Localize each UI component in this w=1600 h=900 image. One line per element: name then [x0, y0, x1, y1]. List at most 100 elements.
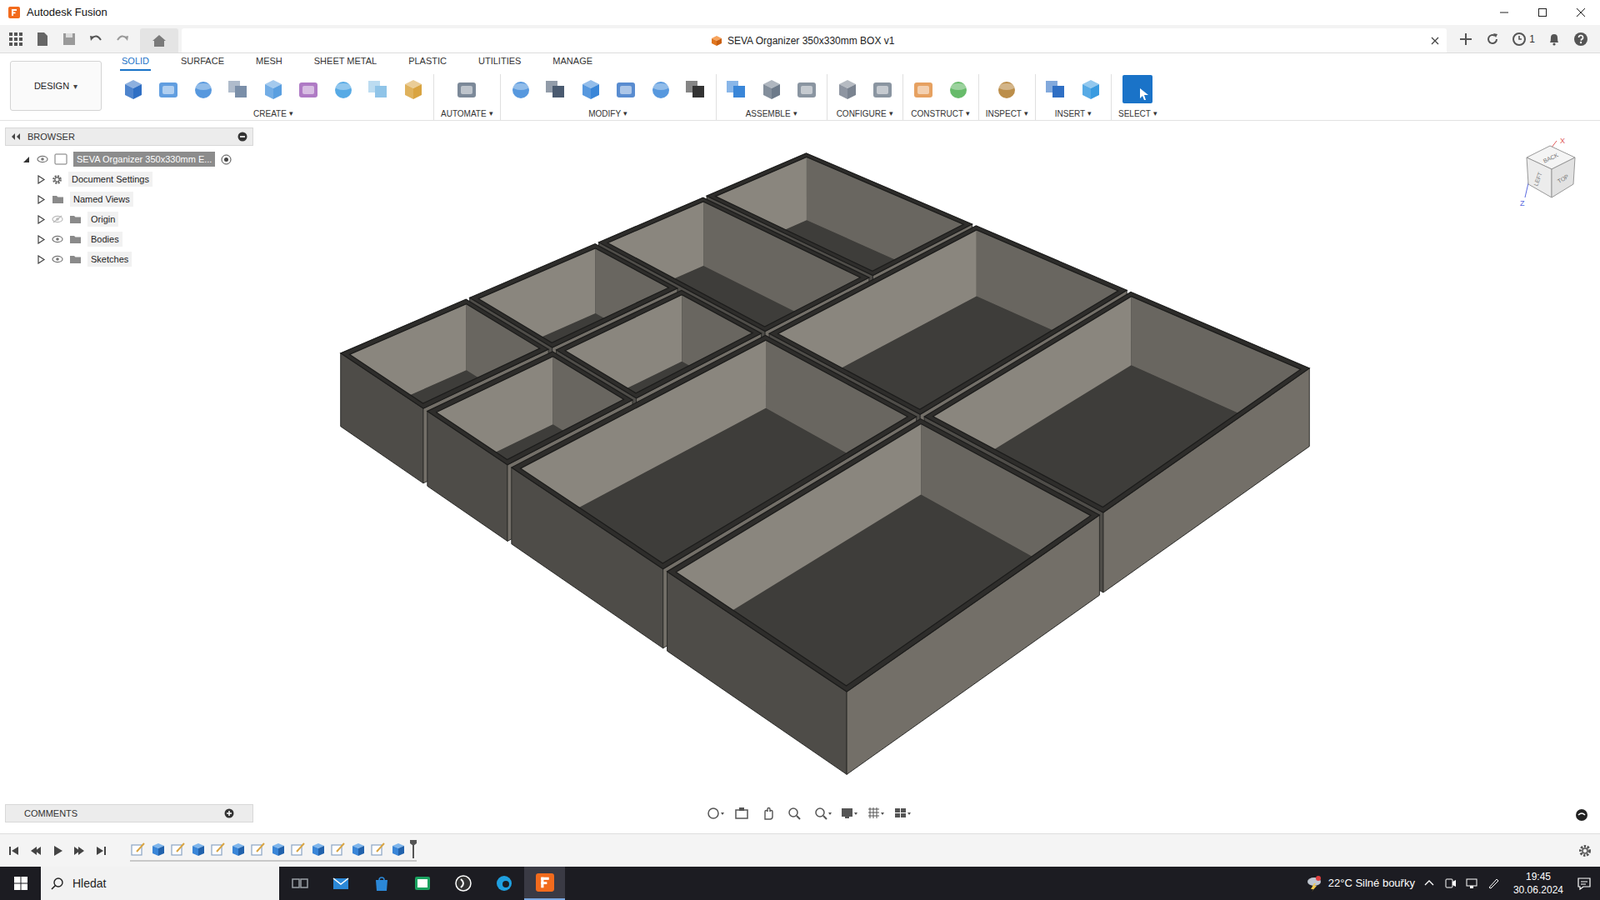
toolbar-group-label[interactable]: INSERT▾ — [1055, 107, 1093, 120]
show-hidden-icons-icon[interactable] — [1423, 877, 1435, 890]
extrude-feature-icon[interactable] — [150, 841, 166, 857]
canvas[interactable]: BROWSERSEVA Organizer 350x330mm E...Docu… — [0, 120, 1600, 834]
redo-icon[interactable] — [115, 31, 130, 47]
tool-icon[interactable] — [365, 75, 392, 103]
tool-icon[interactable] — [723, 75, 750, 103]
extrude-feature-icon[interactable] — [230, 841, 246, 857]
viewports-icon[interactable] — [893, 805, 912, 821]
browser-item[interactable]: Document Settings — [5, 169, 254, 190]
browser-item[interactable]: Sketches — [5, 249, 254, 270]
tool-icon[interactable] — [577, 75, 605, 103]
tool-icon[interactable] — [869, 75, 896, 103]
browser-item[interactable]: Bodies — [5, 229, 254, 250]
expand-icon[interactable] — [36, 195, 46, 205]
timeline-marker-icon[interactable] — [410, 840, 417, 859]
start-button[interactable] — [0, 866, 41, 900]
tool-icon[interactable] — [612, 75, 640, 103]
sketch-feature-icon[interactable] — [170, 841, 186, 857]
timeline-settings-icon[interactable] — [1578, 844, 1592, 858]
select-tool[interactable] — [1122, 75, 1153, 104]
home-tab[interactable] — [140, 28, 179, 53]
display-settings-icon[interactable] — [840, 805, 859, 821]
toolbar-group-label[interactable]: CREATE▾ — [253, 107, 294, 120]
taskbar-app[interactable] — [483, 866, 525, 900]
toolbar-tab[interactable]: SURFACE — [179, 54, 226, 72]
sketch-feature-icon[interactable] — [250, 841, 266, 857]
tool-icon[interactable] — [758, 75, 785, 103]
pan-icon[interactable] — [760, 805, 779, 821]
taskbar-app[interactable] — [442, 866, 484, 900]
expand-icon[interactable] — [36, 255, 46, 265]
grid-icon[interactable] — [866, 805, 885, 821]
tool-icon[interactable] — [330, 75, 357, 103]
previous-icon[interactable] — [30, 845, 42, 857]
eye-icon[interactable] — [51, 255, 64, 264]
tool-icon[interactable] — [793, 75, 820, 103]
eye-icon[interactable] — [36, 155, 49, 164]
taskbar-app[interactable] — [401, 866, 443, 900]
fit-icon[interactable] — [813, 805, 832, 821]
toolbar-group-label[interactable]: CONFIGURE▾ — [836, 107, 894, 120]
next-icon[interactable] — [73, 845, 85, 857]
weather-widget[interactable]: 22°C Silné bouřky — [1305, 875, 1415, 892]
pen-icon[interactable] — [1486, 876, 1500, 890]
browser-root[interactable]: SEVA Organizer 350x330mm E... — [5, 149, 254, 170]
extrude-feature-icon[interactable] — [270, 841, 286, 857]
app-grid-icon[interactable] — [8, 31, 24, 47]
clock-icon[interactable] — [1511, 31, 1527, 47]
tool-icon[interactable] — [682, 75, 710, 103]
meet-icon[interactable] — [1443, 876, 1457, 890]
undo-icon[interactable] — [88, 31, 104, 47]
last-icon[interactable] — [95, 845, 107, 857]
tool-icon[interactable] — [993, 75, 1020, 103]
collapse-icon[interactable] — [21, 155, 31, 165]
minimize-panel-icon[interactable] — [237, 131, 248, 142]
new-tab-icon[interactable] — [1458, 31, 1474, 47]
expand-icon[interactable] — [36, 175, 46, 185]
toolbar-tab[interactable]: MESH — [254, 54, 285, 72]
feedback-icon[interactable] — [1575, 808, 1589, 822]
workspace-switcher[interactable]: DESIGN▾ — [10, 60, 102, 111]
sketch-feature-icon[interactable] — [370, 841, 386, 857]
job-status[interactable]: 1 — [1511, 31, 1535, 47]
clock[interactable]: 19:4530.06.2024 — [1508, 870, 1569, 897]
activate-icon[interactable] — [220, 154, 232, 165]
tool-icon[interactable] — [647, 75, 675, 103]
tool-icon[interactable] — [260, 75, 287, 103]
sketch-feature-icon[interactable] — [330, 841, 346, 857]
tool-icon[interactable] — [910, 75, 937, 103]
file-menu-icon[interactable] — [35, 31, 50, 47]
sketch-feature-icon[interactable] — [290, 841, 306, 857]
save-icon[interactable] — [61, 31, 77, 47]
expand-icon[interactable] — [36, 215, 46, 225]
browser-item[interactable]: Named Views — [5, 189, 254, 210]
refresh-icon[interactable] — [1485, 31, 1500, 47]
toolbar-group-label[interactable]: ASSEMBLE▾ — [745, 107, 798, 120]
taskbar-app[interactable] — [320, 866, 361, 900]
notification-center-icon[interactable] — [1576, 875, 1592, 891]
network-icon[interactable] — [1465, 876, 1479, 890]
tool-icon[interactable] — [400, 75, 427, 103]
view-cube[interactable]: BACKLEFTTOPXZ — [1518, 135, 1582, 210]
toolbar-group-label[interactable]: CONSTRUCT▾ — [910, 107, 970, 120]
tool-icon[interactable] — [507, 75, 535, 103]
toolbar-tab[interactable]: SHEET METAL — [312, 54, 379, 72]
tool-icon[interactable] — [120, 75, 147, 103]
tool-icon[interactable] — [225, 75, 252, 103]
close-button[interactable] — [1561, 0, 1600, 25]
tool-icon[interactable] — [945, 75, 972, 103]
tool-icon[interactable] — [155, 75, 182, 103]
toolbar-tab[interactable]: MANAGE — [550, 54, 595, 72]
tool-icon[interactable] — [542, 75, 570, 103]
taskbar-app[interactable] — [279, 866, 320, 900]
tool-icon[interactable] — [1077, 75, 1105, 103]
toolbar-tab[interactable]: SOLID — [120, 54, 151, 72]
tool-icon[interactable] — [834, 75, 861, 103]
extrude-feature-icon[interactable] — [350, 841, 366, 857]
toolbar-group-label[interactable]: SELECT▾ — [1118, 107, 1158, 120]
tool-icon[interactable] — [295, 75, 322, 103]
extrude-feature-icon[interactable] — [390, 841, 406, 857]
toolbar-tab[interactable]: UTILITIES — [476, 54, 523, 72]
taskbar-app[interactable] — [360, 866, 402, 900]
add-comment-icon[interactable] — [224, 808, 235, 819]
